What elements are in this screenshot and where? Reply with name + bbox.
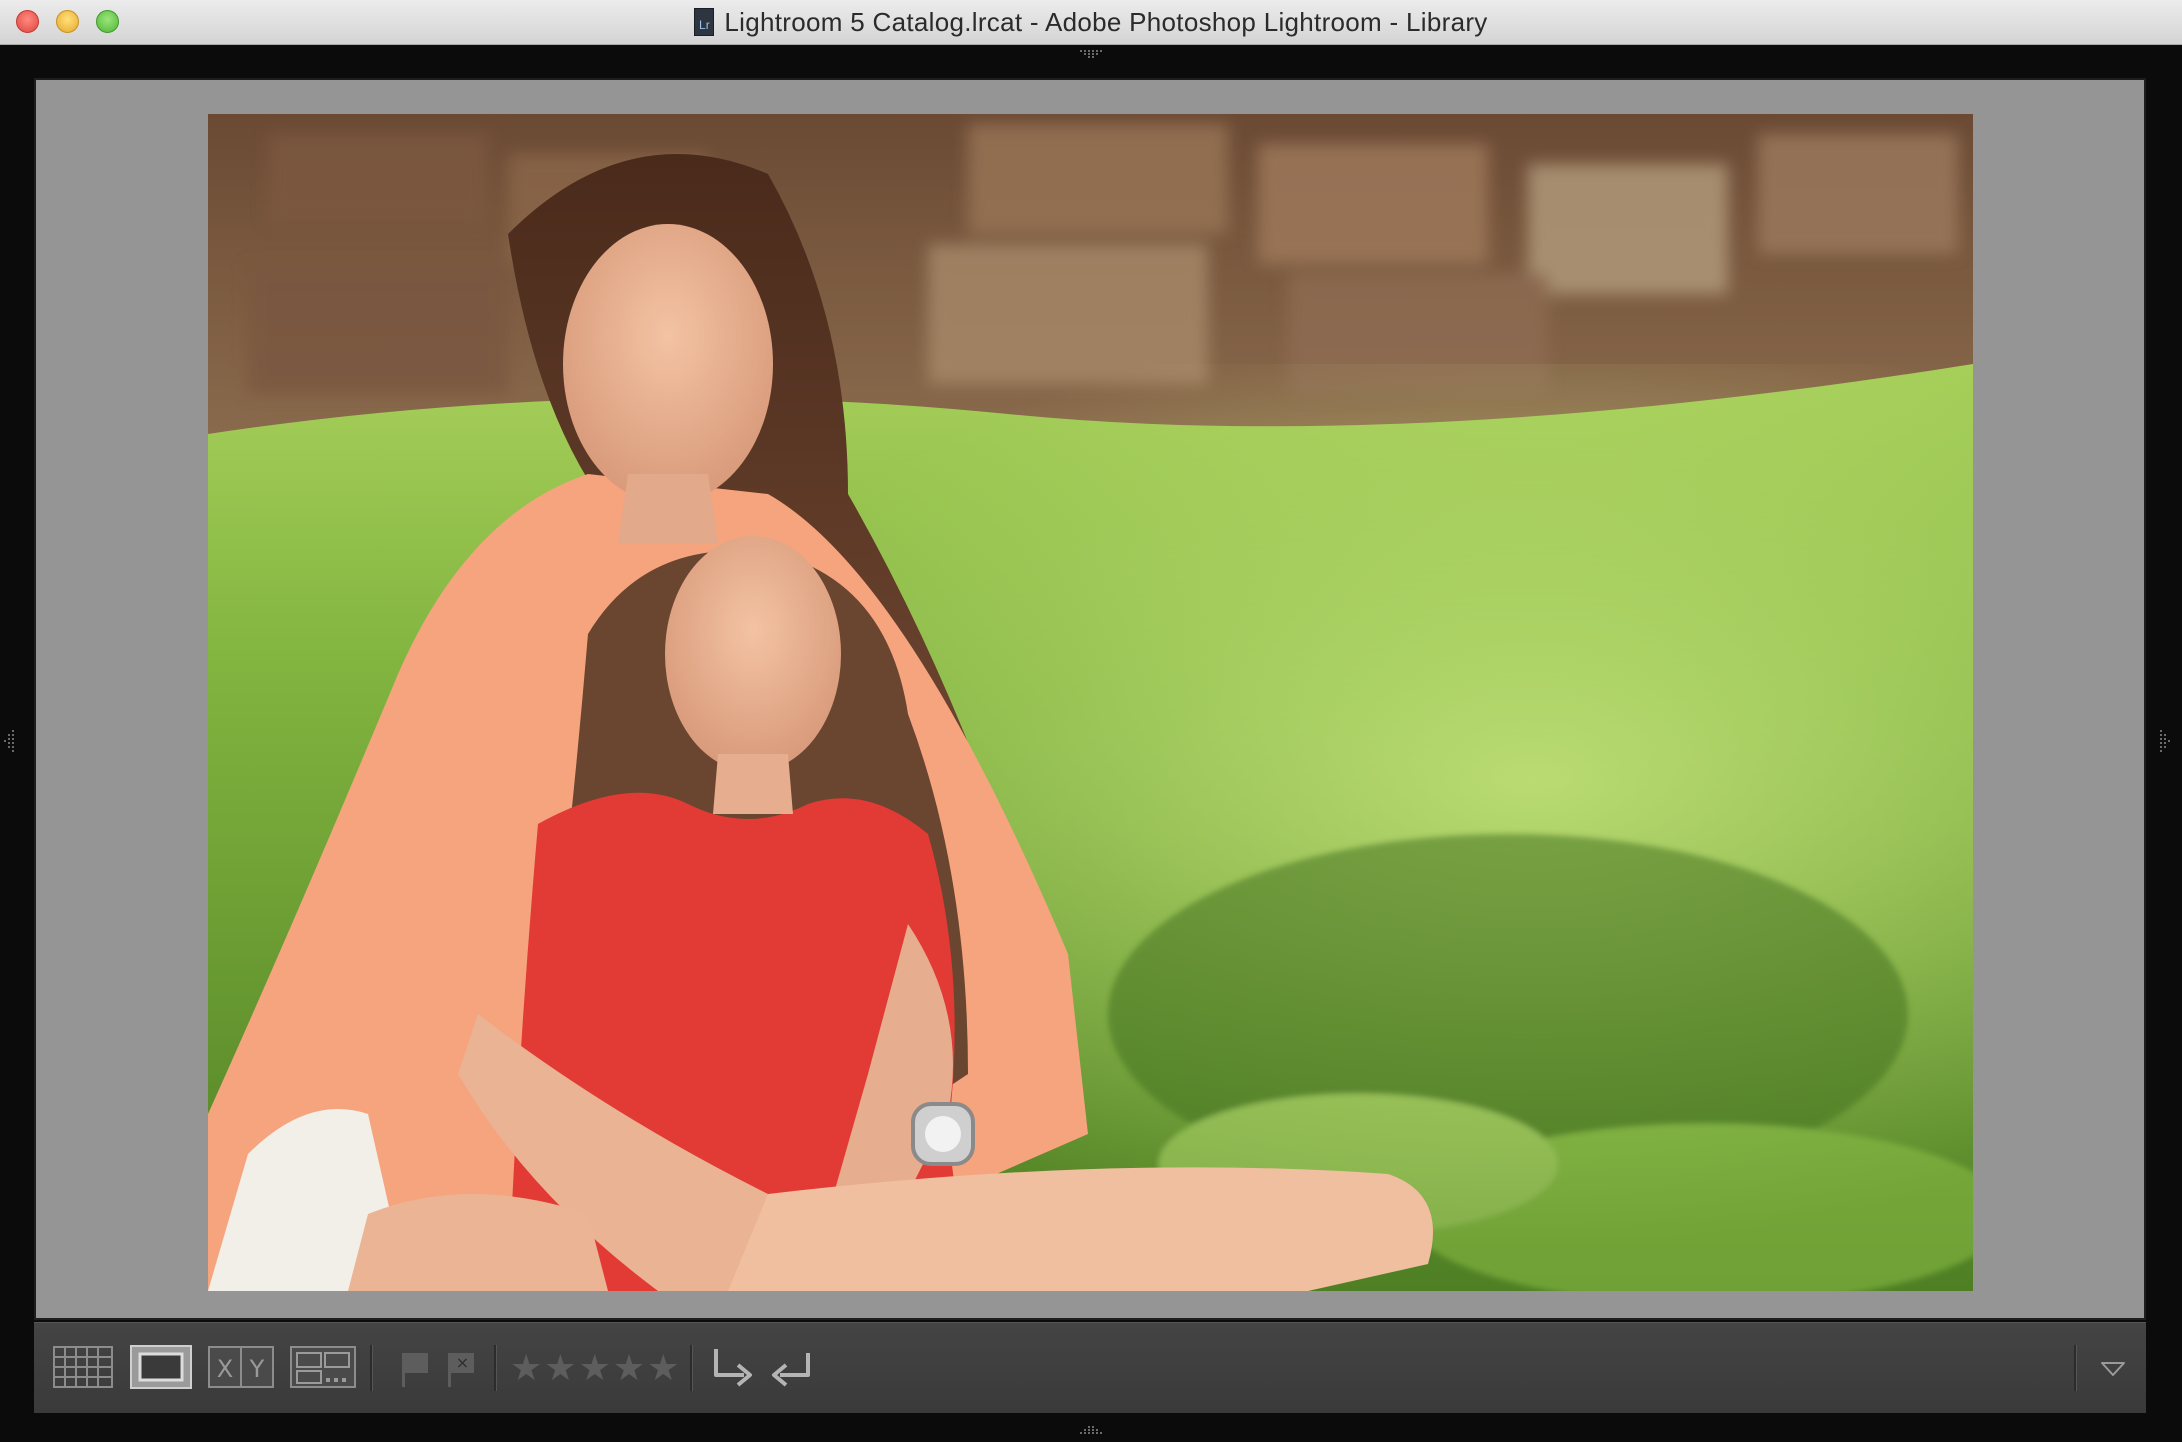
toolbar-separator xyxy=(690,1345,693,1391)
star-3-icon[interactable]: ★ xyxy=(579,1347,611,1389)
lightroom-window: Lr Lightroom 5 Catalog.lrcat - Adobe Pho… xyxy=(0,0,2182,1442)
compare-x-label: X xyxy=(217,1355,233,1383)
window-title: Lightroom 5 Catalog.lrcat - Adobe Photos… xyxy=(724,6,1488,37)
reject-mark: × xyxy=(456,1353,469,1372)
compare-y-label: Y xyxy=(249,1355,265,1383)
star-5-icon[interactable]: ★ xyxy=(647,1347,679,1389)
title-bar: Lr Lightroom 5 Catalog.lrcat - Adobe Pho… xyxy=(0,0,2182,45)
top-panel-toggle-icon[interactable] xyxy=(1080,48,1102,62)
reject-flag-button[interactable]: × xyxy=(444,1349,478,1389)
star-rating[interactable]: ★ ★ ★ ★ ★ xyxy=(510,1345,679,1391)
bottom-panel-toggle-icon[interactable] xyxy=(1080,1424,1102,1438)
toolbar-content-menu-button[interactable] xyxy=(2098,1353,2128,1383)
grid-view-icon xyxy=(53,1346,113,1388)
star-2-icon[interactable]: ★ xyxy=(544,1347,576,1389)
rotate-left-icon xyxy=(714,1349,752,1387)
lightroom-document-icon: Lr xyxy=(694,8,715,36)
chevron-down-icon xyxy=(2101,1362,2125,1376)
title-container: Lr Lightroom 5 Catalog.lrcat - Adobe Pho… xyxy=(0,0,2182,44)
rotate-right-button[interactable] xyxy=(768,1345,816,1391)
photo-image[interactable] xyxy=(208,114,1973,1291)
right-panel-toggle-icon[interactable] xyxy=(2160,730,2172,754)
loupe-view-area[interactable] xyxy=(34,78,2146,1320)
rotate-left-button[interactable] xyxy=(708,1345,756,1391)
survey-view-icon xyxy=(290,1346,356,1388)
toolbar-separator xyxy=(494,1345,497,1391)
survey-view-button[interactable] xyxy=(290,1343,356,1391)
star-1-icon[interactable]: ★ xyxy=(510,1347,542,1389)
left-panel-toggle-icon[interactable] xyxy=(4,730,16,754)
pick-flag-icon xyxy=(402,1353,428,1387)
toolbar-separator xyxy=(370,1345,373,1391)
grid-view-button[interactable] xyxy=(52,1343,114,1391)
pick-flag-button[interactable] xyxy=(398,1349,432,1389)
star-4-icon[interactable]: ★ xyxy=(613,1347,645,1389)
library-toolbar: X Y × ★ ★ ★ ★ ★ xyxy=(34,1322,2146,1413)
compare-view-button[interactable]: X Y xyxy=(208,1343,274,1391)
loupe-view-button[interactable] xyxy=(130,1343,192,1391)
reject-flag-icon: × xyxy=(448,1353,474,1387)
loupe-view-icon xyxy=(130,1345,192,1389)
toolbar-separator xyxy=(2074,1345,2077,1391)
rotate-right-icon xyxy=(772,1353,810,1387)
photo-illustration xyxy=(208,114,1973,1291)
compare-view-icon: X Y xyxy=(208,1346,274,1388)
